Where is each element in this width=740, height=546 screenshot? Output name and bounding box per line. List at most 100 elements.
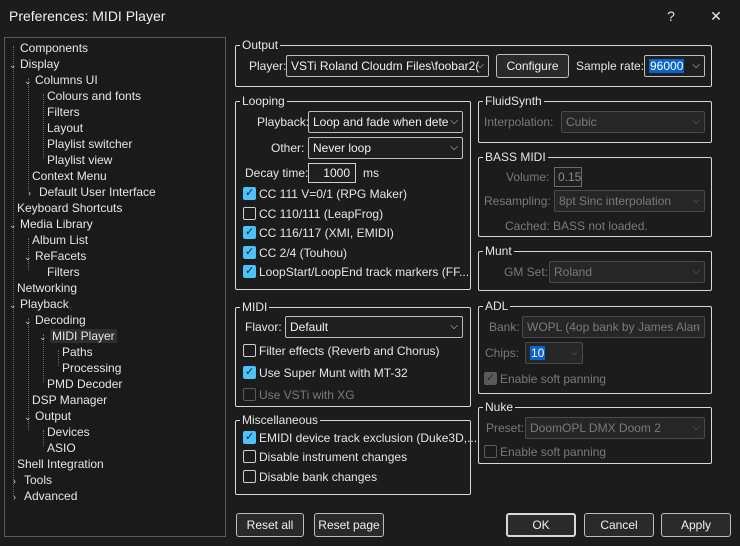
- playback-dropdown[interactable]: Loop and fade when dete ⌵: [308, 111, 463, 133]
- nuke-group-title: Nuke: [483, 400, 516, 414]
- chevron-down-icon: ⌵: [692, 321, 700, 332]
- reset-all-button[interactable]: Reset all: [236, 513, 304, 537]
- tree-item-pmd-decoder[interactable]: PMD Decoder: [47, 376, 122, 392]
- tree-item-media-library[interactable]: ⌄ Media Library: [9, 216, 93, 232]
- tree-item-layout[interactable]: Layout: [47, 120, 83, 136]
- tree-item-decoding[interactable]: ⌄ Decoding: [24, 312, 86, 328]
- vsti-xg-label: Use VSTi with XG: [259, 388, 355, 402]
- chevron-down-icon: ⌄: [24, 316, 32, 326]
- chips-label: Chips:: [485, 346, 520, 360]
- volume-label: Volume:: [506, 170, 550, 184]
- flavor-dropdown[interactable]: Default ⌵: [285, 316, 463, 338]
- reset-page-button[interactable]: Reset page: [314, 513, 384, 537]
- apply-button[interactable]: Apply: [661, 513, 731, 537]
- tree-item-dsp-manager[interactable]: DSP Manager: [32, 392, 107, 408]
- cached-value: BASS not loaded.: [553, 219, 648, 233]
- bank-value: WOPL (4op bank by James Alan: [527, 320, 700, 334]
- player-dropdown[interactable]: VSTi Roland Cloudm Files\foobar2(⌵: [286, 55, 489, 77]
- chevron-down-icon: ⌄: [9, 220, 17, 230]
- disable-instrument-changes-checkbox[interactable]: [243, 450, 256, 463]
- loop-markers-checkbox[interactable]: [243, 264, 256, 278]
- tree-item-playlist-switcher[interactable]: Playlist switcher: [47, 136, 132, 152]
- tree-item-processing[interactable]: Processing: [62, 360, 121, 376]
- resampling-dropdown[interactable]: 8pt Sinc interpolation ⌵: [554, 190, 705, 212]
- interpolation-label: Interpolation:: [484, 115, 554, 129]
- chevron-right-icon: ›: [13, 476, 16, 486]
- other-dropdown[interactable]: Never loop ⌵: [308, 137, 463, 159]
- adl-soft-panning-label: Enable soft panning: [500, 372, 607, 386]
- chevron-down-icon: ⌵: [692, 266, 700, 277]
- chevron-down-icon: ⌵: [450, 142, 458, 153]
- tree-item-colours-and-fonts[interactable]: Colours and fonts: [47, 88, 141, 104]
- decay-time-input[interactable]: 1000: [308, 163, 356, 183]
- tree-item-paths[interactable]: Paths: [62, 344, 93, 360]
- cc111-checkbox[interactable]: [243, 186, 256, 200]
- tree-item-midi-player[interactable]: ⌄ MIDI Player: [39, 328, 117, 344]
- disable-bank-changes-checkbox[interactable]: [243, 470, 256, 483]
- tree-item-filters[interactable]: Filters: [47, 104, 80, 120]
- disable-bank-changes-label: Disable bank changes: [259, 470, 378, 484]
- tree-item-asio[interactable]: ASIO: [47, 440, 76, 456]
- cc111-label: CC 111 V=0/1 (RPG Maker): [259, 187, 407, 201]
- chevron-right-icon: ›: [28, 188, 31, 198]
- chevron-down-icon: ⌄: [9, 60, 17, 70]
- tree-item-playback[interactable]: ⌄ Playback: [9, 296, 69, 312]
- preset-dropdown[interactable]: DoomOPL DMX Doom 2 ⌵: [525, 417, 705, 439]
- tree-item-advanced[interactable]: › Advanced: [13, 488, 77, 504]
- interpolation-dropdown[interactable]: Cubic ⌵: [561, 111, 705, 133]
- tree-item-context-menu[interactable]: Context Menu: [32, 168, 107, 184]
- cc110-checkbox[interactable]: [243, 207, 256, 220]
- interpolation-value: Cubic: [566, 115, 597, 129]
- cc116-checkbox[interactable]: [243, 225, 256, 239]
- tree-item-playlist-view[interactable]: Playlist view: [47, 152, 112, 168]
- tree-item-shell-integration[interactable]: Shell Integration: [17, 456, 104, 472]
- fluidsynth-group-title: FluidSynth: [483, 94, 544, 108]
- tree-item-album-list[interactable]: Album List: [32, 232, 88, 248]
- flavor-value: Default: [290, 320, 329, 334]
- tree-item-refacets-filters[interactable]: Filters: [47, 264, 80, 280]
- super-munt-checkbox[interactable]: [243, 365, 256, 379]
- adl-soft-panning-checkbox[interactable]: [484, 371, 497, 385]
- cached-label: Cached:: [505, 219, 550, 233]
- filter-effects-checkbox[interactable]: [243, 344, 256, 357]
- volume-input[interactable]: 0.15: [554, 167, 582, 187]
- help-icon[interactable]: ?: [659, 6, 683, 26]
- chevron-down-icon: ⌵: [450, 116, 458, 127]
- chevron-down-icon: ⌄: [24, 412, 32, 422]
- tree-item-tools[interactable]: › Tools: [13, 472, 52, 488]
- cc116-label: CC 116/117 (XMI, EMIDI): [259, 226, 394, 240]
- flavor-label: Flavor:: [245, 320, 282, 334]
- super-munt-label: Use Super Munt with MT-32: [259, 366, 408, 380]
- sample-rate-dropdown[interactable]: 96000 ⌵: [644, 55, 705, 77]
- resampling-label: Resampling:: [484, 194, 551, 208]
- ok-button[interactable]: OK: [506, 513, 576, 537]
- gm-set-dropdown[interactable]: Roland ⌵: [549, 261, 705, 283]
- cancel-button[interactable]: Cancel: [584, 513, 654, 537]
- tree-item-refacets[interactable]: ⌄ ReFacets: [24, 248, 86, 264]
- chips-dropdown[interactable]: 10 ⌵: [525, 342, 583, 364]
- tree-item-columns-ui[interactable]: ⌄ Columns UI: [24, 72, 98, 88]
- chevron-down-icon: ⌵: [692, 422, 700, 433]
- tree-item-default-user-interface[interactable]: › Default User Interface: [28, 184, 156, 200]
- cc110-label: CC 110/111 (LeapFrog): [259, 207, 384, 221]
- configure-button[interactable]: Configure: [496, 54, 569, 78]
- tree-item-display[interactable]: ⌄ Display: [9, 56, 59, 72]
- chevron-down-icon: ⌵: [692, 116, 700, 127]
- decay-time-label: Decay time:: [245, 166, 309, 180]
- tree-item-output[interactable]: ⌄ Output: [24, 408, 71, 424]
- tree-item-networking[interactable]: Networking: [17, 280, 77, 296]
- close-icon[interactable]: ✕: [704, 6, 728, 26]
- vsti-xg-checkbox[interactable]: [243, 388, 256, 401]
- looping-group-title: Looping: [240, 94, 287, 108]
- preferences-tree[interactable]: Components ⌄ Display ⌄ Columns UI Colours …: [4, 37, 226, 537]
- nuke-soft-panning-label: Enable soft panning: [500, 445, 607, 459]
- tree-item-components[interactable]: Components: [9, 40, 88, 56]
- nuke-soft-panning-checkbox[interactable]: [484, 445, 497, 458]
- tree-item-devices[interactable]: Devices: [47, 424, 90, 440]
- tree-item-keyboard-shortcuts[interactable]: Keyboard Shortcuts: [17, 200, 122, 216]
- emidi-exclusion-checkbox[interactable]: [243, 430, 256, 444]
- misc-group-title: Miscellaneous: [240, 413, 321, 427]
- bank-dropdown[interactable]: WOPL (4op bank by James Alan ⌵: [522, 316, 705, 338]
- chevron-down-icon: ⌵: [692, 195, 700, 206]
- cc2-checkbox[interactable]: [243, 245, 256, 259]
